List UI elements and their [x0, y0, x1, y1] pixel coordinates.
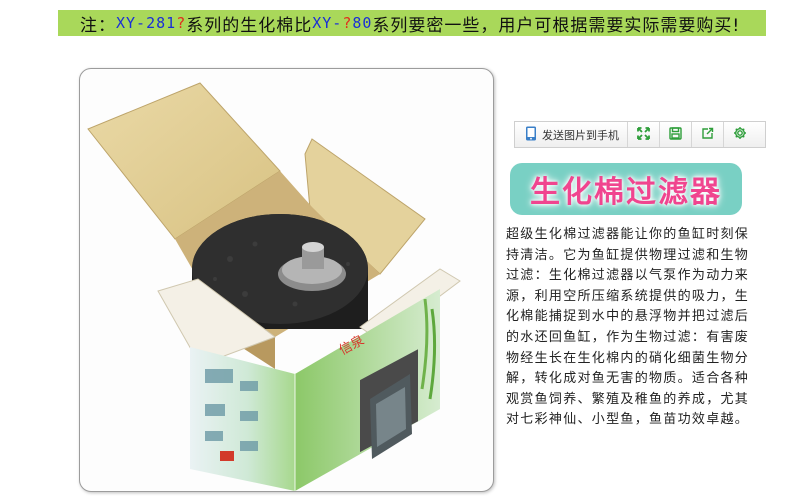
model-b-prefix: XY-	[312, 14, 343, 32]
save-icon	[669, 125, 682, 144]
box-illustration: 信泉	[87, 82, 461, 491]
save-button[interactable]	[660, 122, 692, 147]
notice-prefix: 注：	[80, 15, 116, 36]
image-toolbar: 发送图片到手机	[514, 121, 766, 148]
notice-suffix: 系列要密一些，用户可根据需要实际需要购买!	[372, 15, 741, 36]
model-b-placeholder: ?	[342, 14, 353, 32]
phone-icon	[525, 126, 537, 144]
model-a-placeholder: ?	[176, 14, 187, 32]
model-a: XY-281	[116, 14, 177, 32]
fullscreen-button[interactable]	[628, 122, 660, 147]
product-description: 超级生化棉过滤器能让你的鱼缸时刻保持清洁。它为鱼缸提供物理过滤和生物过滤：生化棉…	[506, 227, 750, 428]
model-b-suffix: 80	[352, 14, 373, 32]
product-title: 生化棉过滤器	[530, 175, 722, 210]
notice-banner: 注： XY-281 ? 系列的生化棉比 XY- ? 80 系列要密一些，用户可根…	[58, 10, 766, 36]
send-to-phone-label: 发送图片到手机	[542, 128, 619, 142]
fullscreen-icon	[637, 125, 650, 144]
share-icon	[701, 125, 714, 144]
settings-button[interactable]	[724, 122, 755, 147]
share-button[interactable]	[692, 122, 724, 147]
notice-mid: 系列的生化棉比	[186, 15, 313, 36]
send-to-phone-button[interactable]: 发送图片到手机	[515, 122, 628, 147]
settings-icon	[733, 125, 747, 144]
product-title-badge: 生化棉过滤器	[510, 163, 742, 215]
product-photo[interactable]: 信泉	[79, 68, 494, 492]
